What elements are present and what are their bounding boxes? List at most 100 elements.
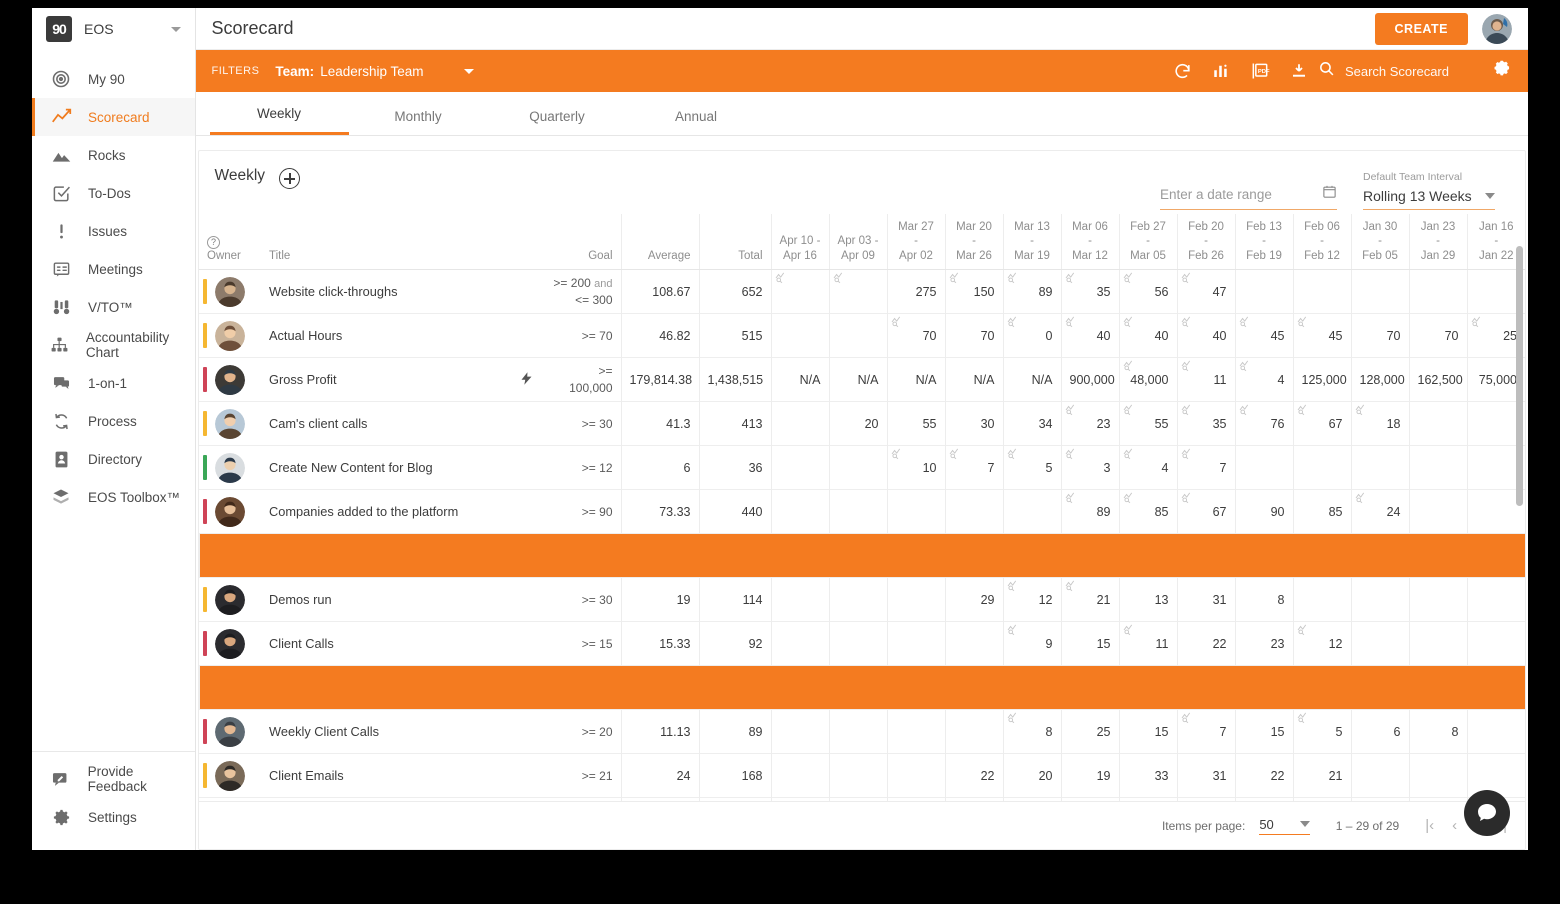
team-interval-select[interactable]: Rolling 13 Weeks xyxy=(1363,188,1485,204)
week-cell-6[interactable]: N/A xyxy=(1060,797,1119,801)
week-cell-7[interactable]: 11 xyxy=(1118,621,1177,666)
search-scorecard[interactable]: Search Scorecard xyxy=(1318,60,1449,82)
download-icon[interactable] xyxy=(1290,62,1308,80)
week-cell-9[interactable]: 22 xyxy=(1234,753,1293,798)
week-cell-12[interactable]: 162,500 xyxy=(1408,357,1467,402)
row-owner[interactable] xyxy=(199,269,261,314)
row-owner[interactable] xyxy=(199,357,261,402)
row-owner[interactable] xyxy=(199,709,261,754)
week-cell-8[interactable]: 47 xyxy=(1176,269,1235,314)
table-row[interactable]: Create New Content for Blog >= 12 6 36 10 7 5 3… xyxy=(199,445,1525,490)
row-owner[interactable] xyxy=(199,753,261,798)
week-cell-1[interactable] xyxy=(770,445,829,490)
table-row[interactable]: Gross Profit >= 100,000 179,814.38 1,438,515… xyxy=(199,357,1525,402)
week-cell-3[interactable] xyxy=(886,753,945,798)
week-cell-6[interactable]: 23 xyxy=(1060,401,1119,446)
chat-bubble-button[interactable] xyxy=(1464,790,1510,836)
table-row[interactable]: Demos run >= 30 19 114 29 12 21 13 31 8 xyxy=(199,577,1525,622)
week-cell-6[interactable]: 25 xyxy=(1060,709,1119,754)
row-owner[interactable] xyxy=(199,445,261,490)
week-cell-1[interactable] xyxy=(770,269,829,314)
week-cell-11[interactable]: 128,000 xyxy=(1350,357,1409,402)
week-cell-6[interactable]: 19 xyxy=(1060,753,1119,798)
vertical-scrollbar[interactable] xyxy=(1516,246,1523,506)
avatar[interactable] xyxy=(215,628,245,659)
sidebar-item-process[interactable]: Process xyxy=(32,402,195,440)
week-cell-10[interactable]: 85 xyxy=(1292,489,1351,534)
week-cell-2[interactable] xyxy=(828,313,887,358)
week-cell-9[interactable] xyxy=(1234,269,1293,314)
week-cell-13[interactable] xyxy=(1466,621,1525,666)
brand-header[interactable]: 90 EOS xyxy=(32,8,195,50)
week-cell-8[interactable]: 11 xyxy=(1176,357,1235,402)
week-cell-5[interactable]: 9 xyxy=(1002,621,1061,666)
row-title[interactable]: Gross Profit xyxy=(261,357,511,402)
week-cell-9[interactable]: 8 xyxy=(1234,577,1293,622)
week-cell-7[interactable]: 13 xyxy=(1118,577,1177,622)
week-cell-7[interactable]: 55 xyxy=(1118,401,1177,446)
first-page-button[interactable]: |‹ xyxy=(1425,817,1434,834)
week-cell-8[interactable]: 31 xyxy=(1176,577,1235,622)
row-owner[interactable] xyxy=(199,401,261,446)
week-cell-12[interactable] xyxy=(1408,445,1467,490)
week-cell-3[interactable] xyxy=(886,489,945,534)
week-cell-2[interactable] xyxy=(828,753,887,798)
week-cell-11[interactable] xyxy=(1350,445,1409,490)
team-dropdown-chevron-icon[interactable] xyxy=(463,68,474,74)
week-cell-11[interactable]: 24 xyxy=(1350,489,1409,534)
row-title[interactable]: Accounts % Billable xyxy=(261,797,511,801)
sidebar-item-rocks[interactable]: Rocks xyxy=(32,136,195,174)
week-cell-4[interactable] xyxy=(944,489,1003,534)
week-cell-8[interactable]: N/A xyxy=(1176,797,1235,801)
tab-weekly[interactable]: Weekly xyxy=(209,106,349,135)
week-cell-7[interactable]: N/A xyxy=(1118,797,1177,801)
row-title[interactable]: Client Calls xyxy=(261,621,511,666)
avatar[interactable] xyxy=(215,276,245,307)
avatar[interactable] xyxy=(215,716,245,747)
table-row[interactable]: Cam's client calls >= 30 41.3 413 20 55 30 34 23… xyxy=(199,401,1525,446)
week-cell-2[interactable] xyxy=(828,709,887,754)
week-cell-7[interactable]: 85 xyxy=(1118,489,1177,534)
week-cell-6[interactable]: 35 xyxy=(1060,269,1119,314)
week-cell-5[interactable]: 20 xyxy=(1002,753,1061,798)
avatar[interactable] xyxy=(215,320,245,351)
week-cell-8[interactable]: 67 xyxy=(1176,489,1235,534)
sidebar-item-1-on-1[interactable]: 1-on-1 xyxy=(32,364,195,402)
week-cell-6[interactable]: 900,000 xyxy=(1060,357,1119,402)
week-cell-1[interactable] xyxy=(770,489,829,534)
week-cell-8[interactable]: 35 xyxy=(1176,401,1235,446)
sidebar-item-meetings[interactable]: Meetings xyxy=(32,250,195,288)
week-cell-10[interactable]: N/A xyxy=(1292,797,1351,801)
table-row[interactable]: Companies added to the platform >= 90 73.3… xyxy=(199,489,1525,534)
avatar[interactable] xyxy=(215,452,245,483)
week-cell-10[interactable]: 5 xyxy=(1292,709,1351,754)
row-title[interactable]: Create New Content for Blog xyxy=(261,445,511,490)
week-cell-13[interactable] xyxy=(1466,577,1525,622)
week-cell-9[interactable]: 23 xyxy=(1234,621,1293,666)
chevron-down-icon[interactable] xyxy=(1485,193,1495,199)
week-cell-9[interactable]: 90 xyxy=(1234,489,1293,534)
week-cell-8[interactable]: 7 xyxy=(1176,445,1235,490)
week-cell-3[interactable]: 275 xyxy=(886,269,945,314)
table-row[interactable]: Actual Hours >= 70 46.82 515 70 70 0 40 40 40 45 45… xyxy=(199,313,1525,358)
table-row[interactable]: Client Emails >= 21 24 168 22 20 19 33 31 22 21 xyxy=(199,753,1525,798)
avatar[interactable] xyxy=(215,584,245,615)
chevron-down-icon[interactable] xyxy=(170,26,181,32)
week-cell-13[interactable] xyxy=(1466,709,1525,754)
week-cell-12[interactable] xyxy=(1408,489,1467,534)
sidebar-item-my-90[interactable]: My 90 xyxy=(32,60,195,98)
week-cell-4[interactable]: 150 xyxy=(944,269,1003,314)
week-cell-7[interactable]: 48,000 xyxy=(1118,357,1177,402)
week-cell-7[interactable]: 15 xyxy=(1118,709,1177,754)
sidebar-item-issues[interactable]: Issues xyxy=(32,212,195,250)
row-title[interactable]: Demos run xyxy=(261,577,511,622)
help-icon[interactable]: ? xyxy=(207,235,220,249)
week-cell-2[interactable]: N/A xyxy=(828,797,887,801)
add-measurable-button[interactable] xyxy=(279,168,301,189)
week-cell-1[interactable] xyxy=(770,577,829,622)
week-cell-11[interactable]: 18 xyxy=(1350,401,1409,446)
week-cell-3[interactable]: 55 xyxy=(886,401,945,446)
week-cell-9[interactable]: 4 xyxy=(1234,357,1293,402)
week-cell-5[interactable]: 5 xyxy=(1002,445,1061,490)
week-cell-4[interactable]: 22 xyxy=(944,753,1003,798)
